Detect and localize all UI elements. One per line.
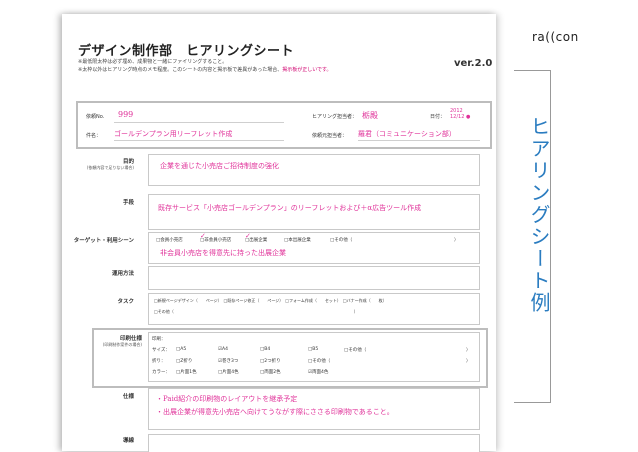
raccoon-logo: ra((con <box>532 30 579 44</box>
print-size-label: サイズ： <box>152 348 170 353</box>
target-opt-other[interactable]: □その他（ <box>330 237 352 243</box>
target-opt-member[interactable]: □会員小売店 <box>156 237 183 243</box>
note-2-text: ※太枠以外はヒアリング時点のメモ程度。このシートの内容と掲示板で差異があった場合… <box>78 67 283 73</box>
target-value: 非会員小売店を得意先に持った出展企業 <box>160 249 286 257</box>
target-close: ） <box>454 238 459 243</box>
fold-opt-other[interactable]: □その他（ <box>308 358 330 364</box>
sheet-title: デザイン制作部 ヒアリングシート <box>78 44 295 59</box>
check-mark: ✓ <box>200 232 206 240</box>
target-opt-main-exhibitor[interactable]: □本出展企業 <box>284 237 311 243</box>
version-label: ver.2.0 <box>454 58 493 69</box>
note-1: ※最低限太枠は必ず埋め、成果物と一緒にファイリングすること。 <box>78 59 228 65</box>
request-no-value[interactable]: 999 <box>118 110 133 119</box>
print-color-label: カラー： <box>152 370 170 375</box>
purpose-sublabel: (依頼内容で足りない場合) <box>86 165 134 170</box>
print-row-label: 印刷： <box>152 337 166 342</box>
delivery-field[interactable] <box>148 434 480 452</box>
fold-opt-z[interactable]: □Z折り <box>176 358 192 364</box>
subject-label: 件名： <box>86 133 102 139</box>
date-value[interactable]: 2012 12/12 ● <box>450 108 470 120</box>
delivery-label: 導線 <box>122 438 134 444</box>
side-vertical-title: ヒアリングシート例 <box>526 116 552 314</box>
usage-label: 運用方法 <box>111 271 134 277</box>
print-label: 印刷仕様 <box>119 336 142 342</box>
fold-opt-half[interactable]: □2つ折り <box>260 358 281 364</box>
task-label: タスク <box>117 299 134 305</box>
hearing-sheet: デザイン制作部 ヒアリングシート ver.2.0 ※最低限太枠は必ず埋め、成果物… <box>62 14 496 452</box>
date-label: 日付： <box>430 114 446 120</box>
note-2-highlight: 掲示板が正しいです。 <box>282 67 332 73</box>
requester-label: 依頼元担当者： <box>312 133 348 139</box>
fold-close: ） <box>466 359 471 364</box>
spec-line-2: ・出展企業が得意先小売店へ向けてうながす際にささる印刷物であること。 <box>156 408 394 416</box>
usage-field[interactable] <box>148 266 480 290</box>
size-opt-other[interactable]: □その他（ <box>344 347 366 353</box>
method-value: 既存サービス「小売店ゴールデンプラン」のリーフレットおよび＋α広告ツール作成 <box>158 204 422 212</box>
spec-label: 仕様 <box>122 394 134 400</box>
header-box <box>76 101 492 149</box>
size-opt-b4[interactable]: □B4 <box>260 347 270 352</box>
check-mark: ✓ <box>245 232 251 240</box>
side-vertical-text: ヒアリングシート例 <box>527 116 551 314</box>
size-opt-b5[interactable]: □B5 <box>308 347 318 352</box>
requester-value[interactable]: 羅君（コミュニケーション部） <box>358 129 456 139</box>
spec-line-1: ・Paid紹介の印刷物のレイアウトを継承予定 <box>156 395 298 403</box>
subject-value[interactable]: ゴールデンプラン用リーフレット作成 <box>114 129 232 139</box>
purpose-value: 企業を通じた小売店ご招待制度の強化 <box>160 162 279 170</box>
size-opt-a5[interactable]: □A5 <box>176 347 186 352</box>
method-label: 手段 <box>122 200 134 206</box>
color-opt-1c[interactable]: □片面1色 <box>176 369 197 375</box>
print-fold-label: 折り： <box>152 359 166 364</box>
target-label: ターゲット・利用シーン <box>73 238 134 244</box>
color-opt-4c-both[interactable]: ☑両面4色 <box>308 369 328 375</box>
purpose-label: 目的 <box>122 159 134 165</box>
fold-opt-tri[interactable]: ☑巻き3つ <box>218 358 238 364</box>
task-options[interactable]: □新規ページデザイン（ ページ） □既存ページ修正（ ページ） □フォーム作成（… <box>154 298 387 304</box>
hearing-person-label: ヒアリング担当者： <box>312 114 358 120</box>
note-2: ※太枠以外はヒアリング時点のメモ程度。このシートの内容と掲示板で差異があった場合… <box>78 66 332 73</box>
print-sublabel: (印刷制作案件の場合) <box>102 342 142 347</box>
request-no-label: 依頼No. <box>86 114 105 120</box>
color-opt-4c[interactable]: □片面4色 <box>218 369 239 375</box>
size-close: ） <box>466 348 471 353</box>
size-opt-a4[interactable]: ☑A4 <box>218 347 228 352</box>
color-opt-2c-both[interactable]: □両面2色 <box>260 369 281 375</box>
task-other[interactable]: □その他（ ） <box>154 309 358 315</box>
hearing-person-value[interactable]: 栃殿 <box>362 110 378 121</box>
